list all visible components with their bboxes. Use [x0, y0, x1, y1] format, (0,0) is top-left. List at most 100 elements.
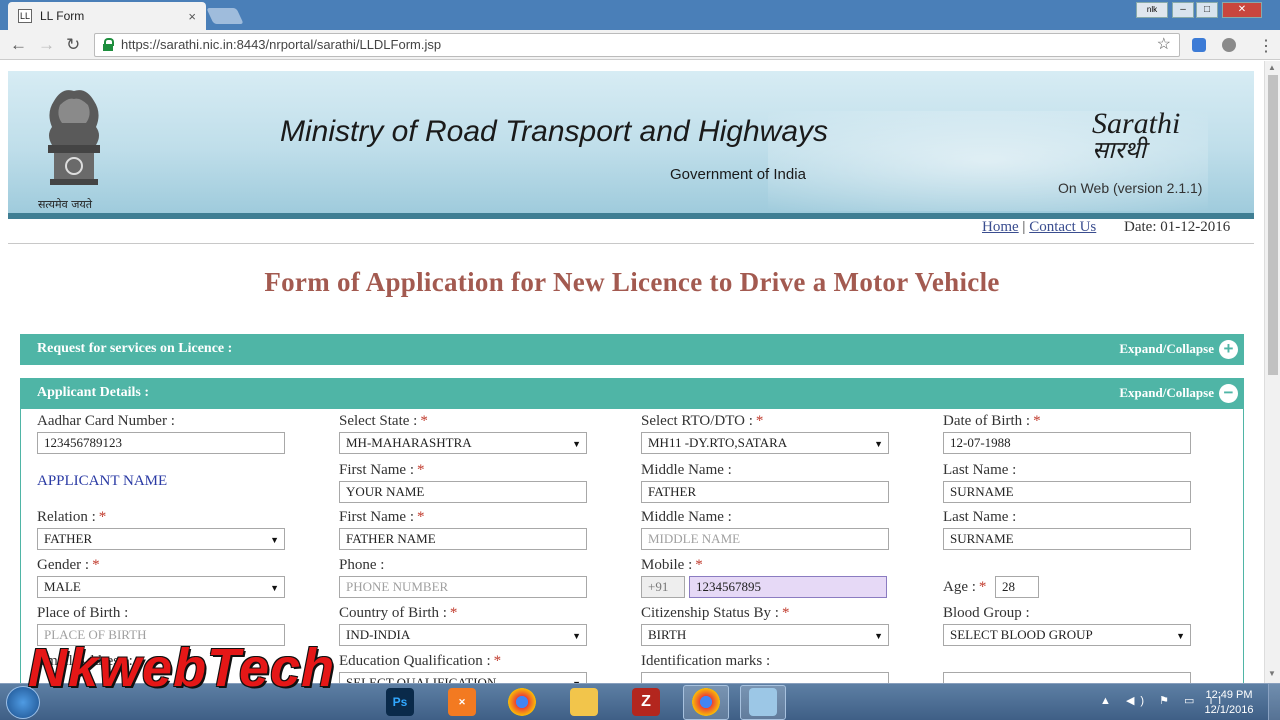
forward-arrow-icon[interactable]: →	[38, 35, 55, 55]
applicant-name-heading: APPLICANT NAME	[37, 473, 168, 489]
extension-icon[interactable]	[1192, 38, 1206, 52]
clock-time: 12:49 PM	[1205, 689, 1253, 701]
date-label: Date:	[1124, 219, 1157, 235]
tab-close-icon[interactable]: ×	[188, 9, 196, 24]
taskbar-notepad-icon[interactable]	[749, 688, 777, 716]
taskbar-clock[interactable]: 12:49 PM 12/1/2016	[1196, 688, 1262, 718]
scroll-thumb[interactable]	[1268, 75, 1278, 375]
country-of-birth-select[interactable]: IND-INDIA	[339, 624, 587, 646]
applicant-section-header[interactable]: Applicant Details : Expand/Collapse −	[20, 378, 1244, 409]
ministry-title: Ministry of Road Transport and Highways	[280, 115, 828, 148]
citizenship-select[interactable]: BIRTH	[641, 624, 889, 646]
first-name-label: First Name : *	[339, 462, 425, 478]
taskbar-filezilla-icon[interactable]: Z	[632, 688, 660, 716]
browser-menu-icon[interactable]: ⋮	[1258, 36, 1274, 56]
rto-select[interactable]: MH11 -DY.RTO,SATARA	[641, 432, 889, 454]
profile-badge[interactable]: nlk	[1136, 2, 1168, 18]
back-arrow-icon[interactable]: ←	[10, 35, 27, 55]
top-links: Home | Contact Us Date: 01-12-2016	[982, 219, 1230, 236]
relation-select[interactable]: FATHER	[37, 528, 285, 550]
government-subtitle: Government of India	[670, 166, 806, 183]
phone-input[interactable]: PHONE NUMBER	[339, 576, 587, 598]
citizenship-label: Citizenship Status By : *	[641, 605, 790, 621]
phone-label: Phone :	[339, 557, 385, 573]
show-desktop-button[interactable]	[1268, 684, 1280, 720]
close-window-button[interactable]: ✕	[1222, 2, 1262, 18]
taskbar-explorer-icon[interactable]	[570, 688, 598, 716]
sarathi-logo-text: Sarathi	[1092, 107, 1181, 140]
identification-input[interactable]	[641, 672, 889, 683]
aadhar-input[interactable]: 123456789123	[37, 432, 285, 454]
country-of-birth-label: Country of Birth : *	[339, 605, 458, 621]
link-separator: |	[1022, 219, 1026, 235]
dob-label: Date of Birth : *	[943, 413, 1041, 429]
place-of-birth-label: Place of Birth :	[37, 605, 129, 621]
gender-label: Gender : *	[37, 557, 100, 573]
relation-last-name-label: Last Name :	[943, 509, 1017, 525]
collapse-minus-icon[interactable]: −	[1219, 384, 1238, 403]
browser-toolbar: ← → ↻ https://sarathi.nic.in:8443/nrport…	[0, 30, 1280, 60]
middle-name-input[interactable]: FATHER	[641, 481, 889, 503]
taskbar-chrome-icon[interactable]	[508, 688, 536, 716]
state-label: Select State : *	[339, 413, 428, 429]
taskbar-photoshop[interactable]: Ps	[386, 688, 414, 716]
relation-middle-name-input[interactable]: MIDDLE NAME	[641, 528, 889, 550]
reload-icon[interactable]: ↻	[66, 35, 80, 55]
age-input[interactable]: 28	[995, 576, 1039, 598]
taskbar-xampp[interactable]: ✕	[448, 688, 476, 716]
state-select[interactable]: MH-MAHARASHTRA	[339, 432, 587, 454]
mobile-input[interactable]: 1234567895	[689, 576, 887, 598]
maximize-button[interactable]: □	[1196, 2, 1218, 18]
request-expand-collapse[interactable]: Expand/Collapse	[1119, 341, 1214, 357]
last-name-label: Last Name :	[943, 462, 1017, 478]
relation-first-name-label: First Name : *	[339, 509, 425, 525]
scroll-down-icon[interactable]: ▼	[1268, 669, 1276, 678]
gender-select[interactable]: MALE	[37, 576, 285, 598]
relation-first-name-input[interactable]: FATHER NAME	[339, 528, 587, 550]
blood-group-select[interactable]: SELECT BLOOD GROUP	[943, 624, 1191, 646]
clock-date: 12/1/2016	[1204, 704, 1254, 716]
address-bar[interactable]: https://sarathi.nic.in:8443/nrportal/sar…	[94, 33, 1180, 57]
identification-label: Identification marks :	[641, 653, 771, 669]
first-name-input[interactable]: YOUR NAME	[339, 481, 587, 503]
address-url: https://sarathi.nic.in:8443/nrportal/sar…	[121, 37, 442, 52]
last-name-input[interactable]: SURNAME	[943, 481, 1191, 503]
channel-watermark: NkwebTech	[28, 638, 336, 698]
browser-tab[interactable]: LL LL Form ×	[8, 2, 206, 30]
sarathi-logo: Sarathi सारथी	[1092, 107, 1181, 164]
expand-plus-icon[interactable]: +	[1219, 340, 1238, 359]
emblem-motto: सत्यमेव जयते	[38, 198, 93, 211]
request-section-header[interactable]: Request for services on Licence : Expand…	[20, 334, 1244, 365]
age-label: Age : *	[943, 579, 987, 595]
new-tab-button[interactable]	[206, 8, 244, 24]
web-page: सत्यमेव जयते Ministry of Road Transport …	[0, 61, 1264, 683]
aadhar-label: Aadhar Card Number :	[37, 413, 175, 429]
divider	[8, 243, 1254, 244]
extension-eye-icon[interactable]	[1222, 38, 1236, 52]
mobile-country-code: +91	[641, 576, 685, 598]
form-title: Form of Application for New Licence to D…	[264, 267, 1000, 297]
blood-group-label: Blood Group :	[943, 605, 1030, 621]
minimize-button[interactable]: –	[1172, 2, 1194, 18]
home-link[interactable]: Home	[982, 219, 1019, 235]
bookmark-star-icon[interactable]: ☆	[1157, 34, 1171, 56]
extra-input[interactable]	[943, 672, 1191, 683]
rto-label: Select RTO/DTO : *	[641, 413, 764, 429]
version-label: On Web (version 2.1.1)	[1058, 180, 1203, 196]
relation-middle-name-label: Middle Name :	[641, 509, 732, 525]
education-label: Education Qualification : *	[339, 653, 502, 669]
dob-input[interactable]: 12-07-1988	[943, 432, 1191, 454]
scroll-up-icon[interactable]: ▲	[1268, 63, 1276, 72]
relation-label: Relation : *	[37, 509, 107, 525]
applicant-section-title: Applicant Details :	[37, 385, 149, 400]
site-banner: सत्यमेव जयते Ministry of Road Transport …	[8, 71, 1254, 219]
sarathi-logo-hindi: सारथी	[1092, 136, 1146, 164]
relation-last-name-input[interactable]: SURNAME	[943, 528, 1191, 550]
date-value: 01-12-2016	[1160, 219, 1231, 235]
contact-us-link[interactable]: Contact Us	[1029, 219, 1096, 235]
national-emblem-icon	[48, 90, 100, 185]
page-scrollbar[interactable]: ▲ ▼	[1264, 61, 1280, 683]
applicant-expand-collapse[interactable]: Expand/Collapse	[1119, 385, 1214, 401]
education-select[interactable]: SELECT QUALIFICATION	[339, 672, 587, 683]
taskbar-chrome-active-icon[interactable]	[692, 688, 720, 716]
